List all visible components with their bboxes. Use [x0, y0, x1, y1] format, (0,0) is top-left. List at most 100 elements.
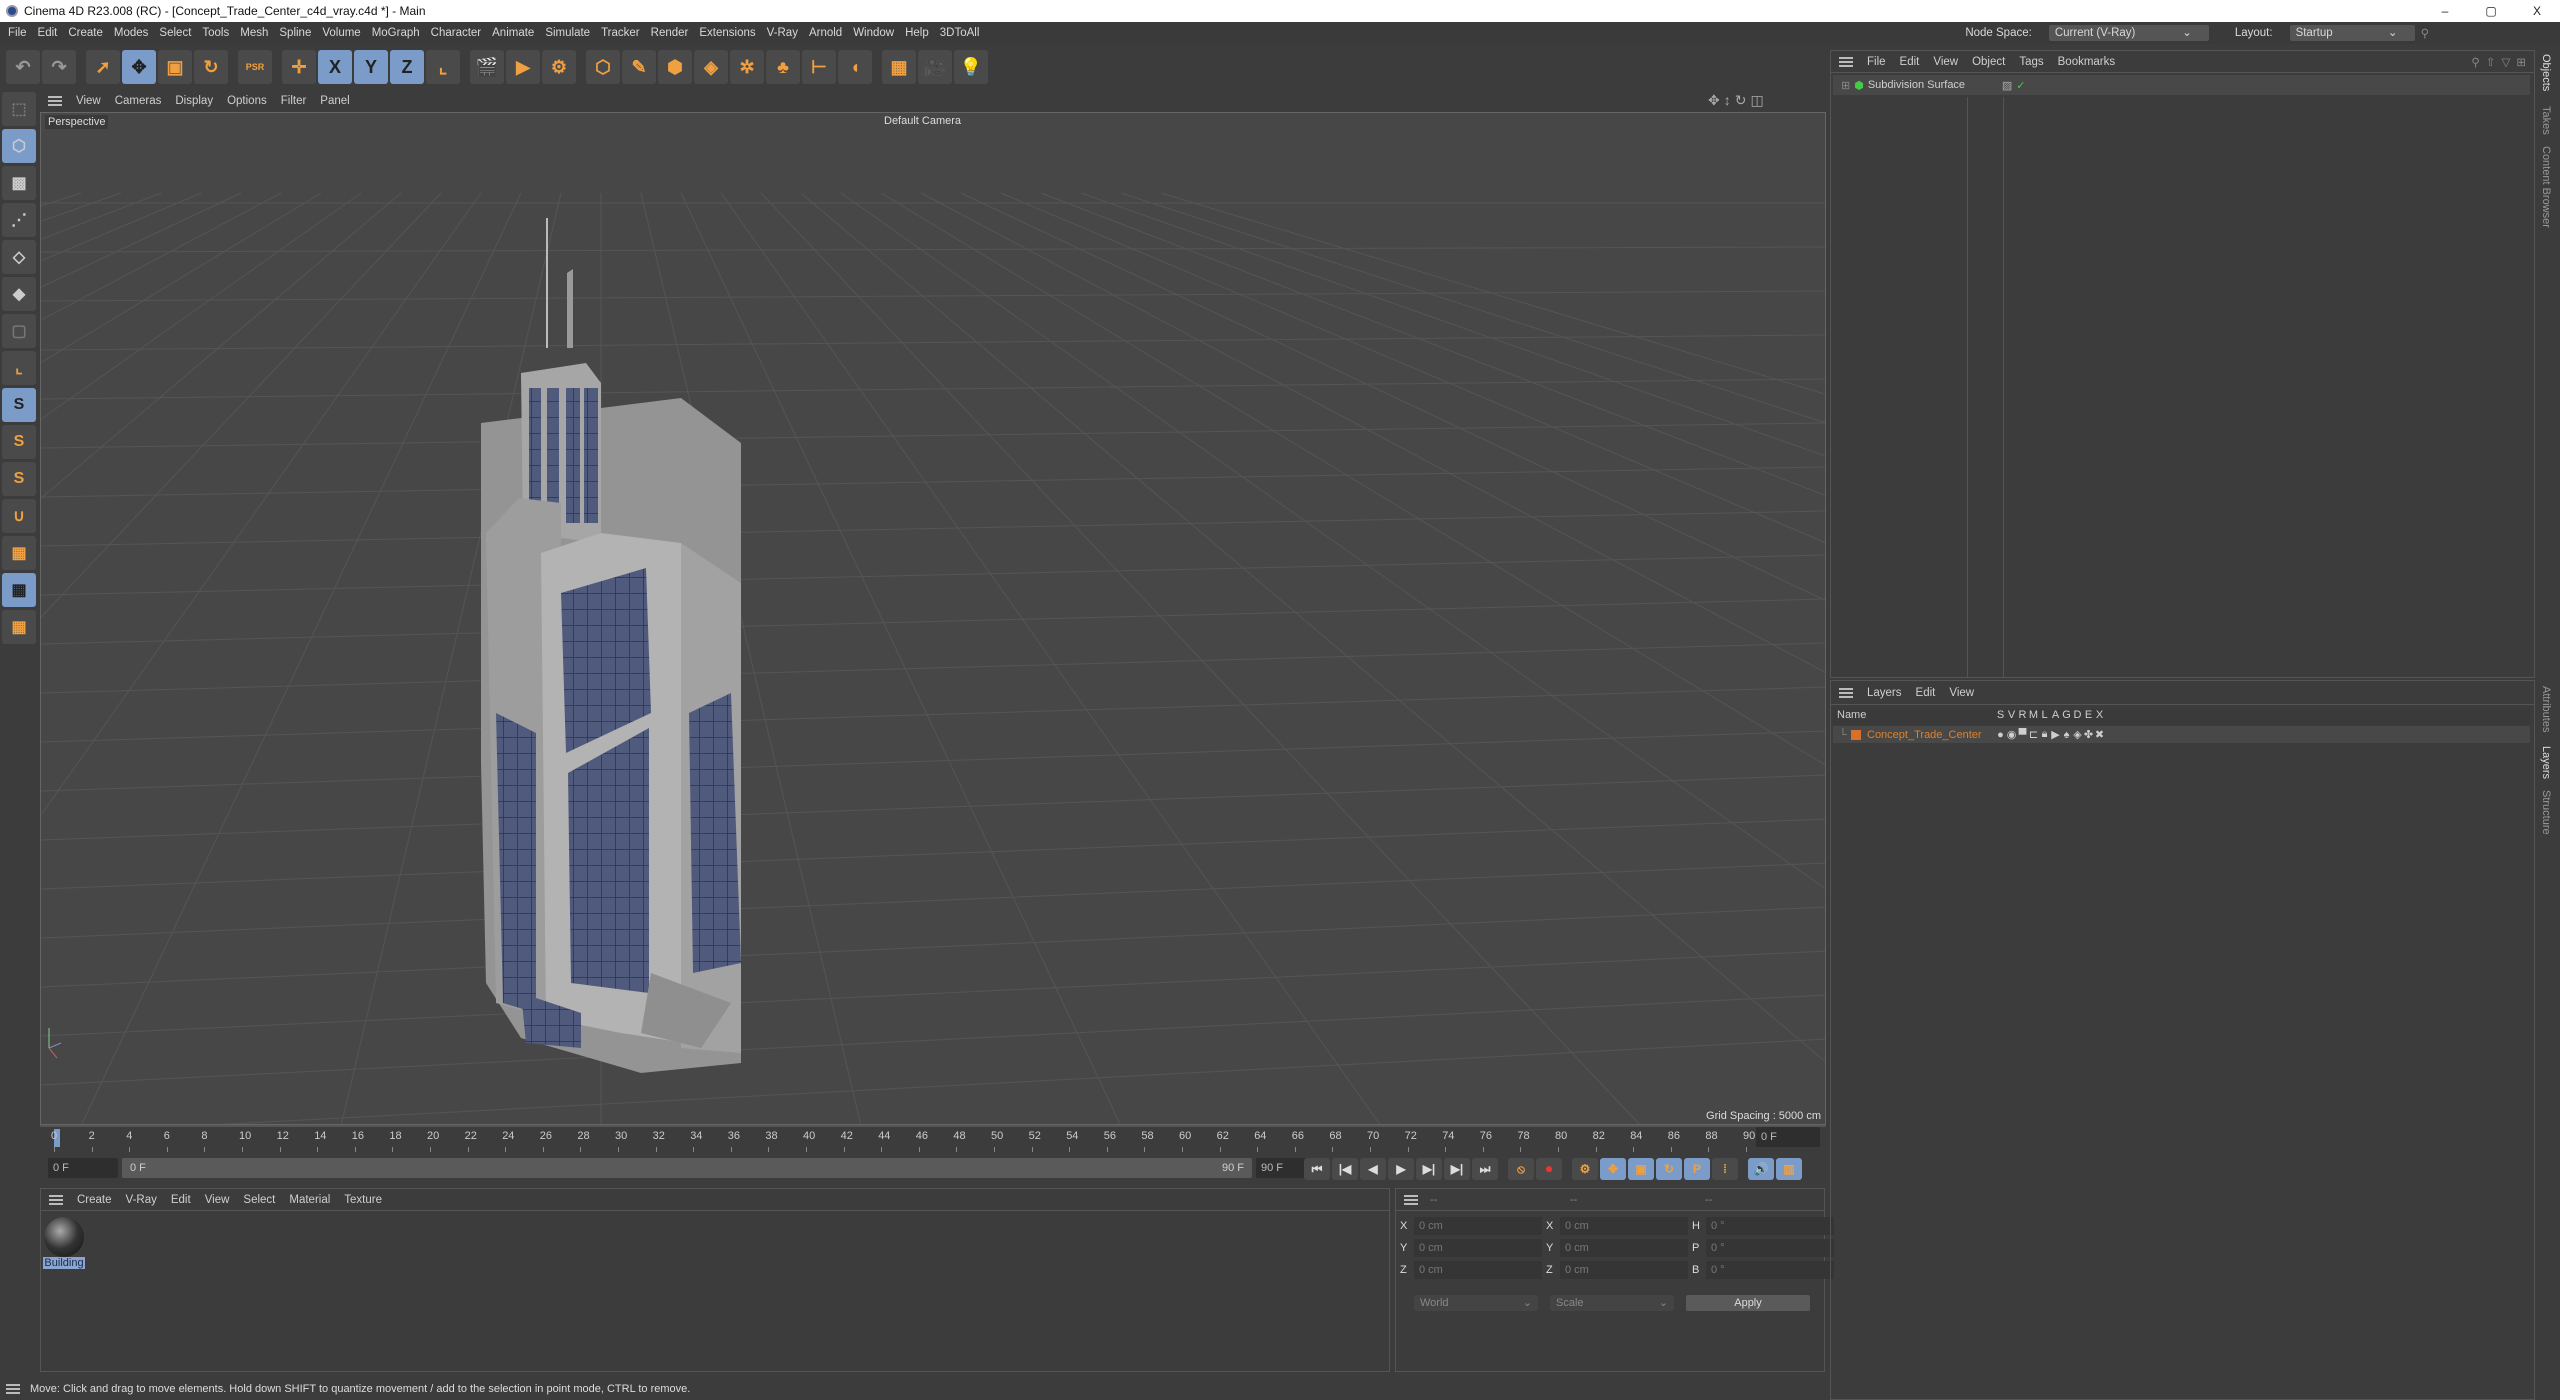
param-key-icon[interactable]: P	[1684, 1158, 1710, 1180]
apply-button[interactable]: Apply	[1686, 1295, 1810, 1311]
spline-icon[interactable]: ◖	[838, 50, 872, 84]
size-x-field[interactable]: 0 cm	[1560, 1217, 1688, 1235]
hamburger-icon[interactable]	[1839, 687, 1853, 698]
z-axis-icon[interactable]: Z	[390, 50, 424, 84]
hamburger-icon[interactable]	[48, 96, 62, 106]
render-settings-icon[interactable]: ⚙	[542, 50, 576, 84]
redo-icon[interactable]: ↷	[42, 50, 76, 84]
expand-icon[interactable]: ⊞	[1841, 79, 1850, 92]
render-icon[interactable]: ▀	[2017, 729, 2028, 741]
menu-v-ray[interactable]: V-Ray	[767, 27, 798, 39]
viewport-label[interactable]: Perspective	[45, 115, 109, 129]
viewport-menu-options[interactable]: Options	[227, 95, 267, 107]
camera-icon[interactable]: 🎥	[918, 50, 952, 84]
magnet-icon[interactable]: ∪	[2, 499, 36, 533]
generators-icon[interactable]: ♠	[2061, 729, 2072, 741]
world-axis-icon[interactable]: ✛	[282, 50, 316, 84]
frame-range-slider[interactable]: 0 F 90 F	[122, 1158, 1252, 1178]
y-axis-icon[interactable]: Y	[354, 50, 388, 84]
next-key-icon[interactable]: ▶|	[1444, 1158, 1470, 1180]
maximize-button[interactable]: ▢	[2468, 0, 2514, 22]
tab-attributes[interactable]: Attributes	[2540, 686, 2552, 732]
layer-column-v[interactable]: V	[2006, 709, 2017, 725]
enabled-check-icon[interactable]: ✓	[2016, 79, 2025, 92]
autokey-icon[interactable]: ⏺	[1536, 1158, 1562, 1180]
viewport-menu-display[interactable]: Display	[175, 95, 213, 107]
deformer-icon[interactable]: ⊢	[802, 50, 836, 84]
edges-mode-icon[interactable]: ◇	[2, 240, 36, 274]
tab-content-browser[interactable]: Content Browser	[2540, 146, 2552, 228]
hamburger-icon[interactable]	[1404, 1194, 1418, 1205]
close-button[interactable]: X	[2514, 0, 2560, 22]
new-view-icon[interactable]: ⊞	[2516, 55, 2526, 69]
layer-column-s[interactable]: S	[1995, 709, 2006, 725]
material-menu-view[interactable]: View	[205, 1194, 230, 1206]
x-axis-icon[interactable]: X	[318, 50, 352, 84]
menu-arnold[interactable]: Arnold	[809, 27, 842, 39]
subdivision-icon[interactable]: ⬢	[658, 50, 692, 84]
timeline-ruler[interactable]: 0 2 4 6 8 10 12 14 16 18 20 22 24 26 28 30 32 34 36 38 40 42 4…	[40, 1125, 1826, 1153]
keyframe-selection-icon[interactable]: ⚙	[1572, 1158, 1598, 1180]
coordinate-space-dropdown[interactable]: World ⌄	[1414, 1295, 1538, 1311]
xref-icon[interactable]: ✖	[2094, 728, 2105, 741]
layer-column-m[interactable]: M	[2028, 709, 2039, 725]
rotation-p-field[interactable]: 0 °	[1706, 1239, 1834, 1257]
layer-column-e[interactable]: E	[2083, 709, 2094, 725]
quantize-icon[interactable]: S	[2, 462, 36, 496]
menu-window[interactable]: Window	[853, 27, 894, 39]
rotation-b-field[interactable]: 0 °	[1706, 1261, 1834, 1279]
move-icon[interactable]: ✥	[122, 50, 156, 84]
layer-column-a[interactable]: A	[2050, 709, 2061, 725]
layer-menu-view[interactable]: View	[1949, 687, 1974, 699]
extrude-icon[interactable]: ◈	[694, 50, 728, 84]
hamburger-icon[interactable]	[49, 1194, 63, 1205]
tab-layers[interactable]: Layers	[2540, 746, 2552, 779]
prev-frame-icon[interactable]: ◀	[1360, 1158, 1386, 1180]
menu-mesh[interactable]: Mesh	[240, 27, 268, 39]
menu-tracker[interactable]: Tracker	[601, 27, 640, 39]
orbit-icon[interactable]: ↻	[1735, 92, 1751, 108]
locked-workplane-icon[interactable]: ▦	[2, 573, 36, 607]
search-icon[interactable]: ⚲	[2471, 55, 2479, 69]
coordinate-mode-dropdown[interactable]: Scale ⌄	[1550, 1295, 1674, 1311]
camera-label[interactable]: Default Camera	[884, 115, 961, 127]
layer-column-name[interactable]: Name	[1833, 709, 1995, 725]
menu-create[interactable]: Create	[68, 27, 103, 39]
render-view-icon[interactable]: ▶	[506, 50, 540, 84]
pla-key-icon[interactable]: ⁞	[1712, 1158, 1738, 1180]
deformers-icon[interactable]: ◈	[2072, 728, 2083, 741]
position-x-field[interactable]: 0 cm	[1414, 1217, 1542, 1235]
menu-modes[interactable]: Modes	[114, 27, 149, 39]
texture-mode-icon[interactable]: ▩	[2, 166, 36, 200]
menu-simulate[interactable]: Simulate	[545, 27, 590, 39]
minimize-button[interactable]: –	[2422, 0, 2468, 22]
light-icon[interactable]: 💡	[954, 50, 988, 84]
pan-icon[interactable]: ✥	[1708, 92, 1724, 108]
layer-column-l[interactable]: L	[2039, 709, 2050, 725]
next-frame-icon[interactable]: ▶|	[1416, 1158, 1442, 1180]
polygons-mode-icon[interactable]: ◆	[2, 277, 36, 311]
size-z-field[interactable]: 0 cm	[1560, 1261, 1688, 1279]
viewport-menu-panel[interactable]: Panel	[320, 95, 349, 107]
make-editable-icon[interactable]: ⬚	[2, 92, 36, 126]
menu-character[interactable]: Character	[431, 27, 482, 39]
live-selection-icon[interactable]: ➚	[86, 50, 120, 84]
menu-render[interactable]: Render	[651, 27, 689, 39]
solo-icon[interactable]: ●	[1995, 729, 2006, 741]
axis-icon[interactable]: ⌞	[2, 351, 36, 385]
layer-column-d[interactable]: D	[2072, 709, 2083, 725]
menu-tools[interactable]: Tools	[202, 27, 229, 39]
material-menu-texture[interactable]: Texture	[344, 1194, 382, 1206]
tab-takes[interactable]: Takes	[2540, 106, 2552, 135]
object-row-subdivision-surface[interactable]: ⊞ ⬢ Subdivision Surface ▨ ✓	[1833, 75, 2530, 95]
menu-mograph[interactable]: MoGraph	[372, 27, 420, 39]
rotation-h-field[interactable]: 0 °	[1706, 1217, 1834, 1235]
psr-icon[interactable]: PSR	[238, 50, 272, 84]
search-icon[interactable]: ⚲	[2421, 26, 2429, 40]
cloner-icon[interactable]: ✲	[730, 50, 764, 84]
layer-column-r[interactable]: R	[2017, 709, 2028, 725]
home-icon[interactable]: ⇧	[2486, 55, 2496, 69]
viewport-menu-cameras[interactable]: Cameras	[115, 95, 162, 107]
filter-icon[interactable]: ▽	[2502, 55, 2511, 69]
play-icon[interactable]: ▶	[1388, 1158, 1414, 1180]
